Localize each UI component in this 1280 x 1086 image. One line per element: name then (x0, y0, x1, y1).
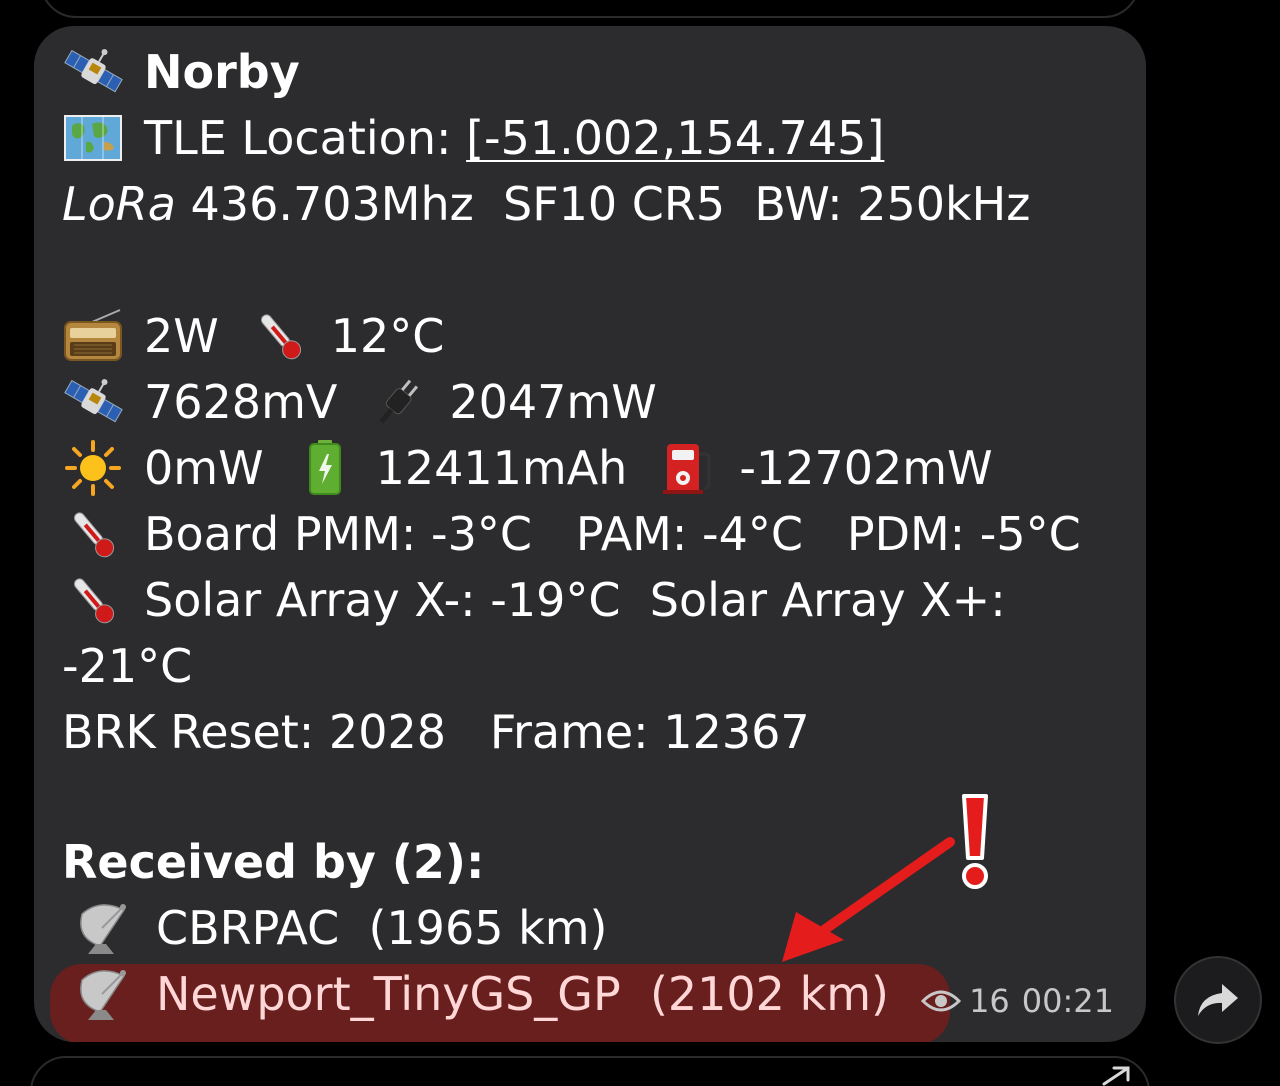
expand-arrow-icon (1102, 1066, 1130, 1086)
tle-location-line: TLE Location: [-51.002,154.745] (62, 108, 884, 168)
annotation-arrow (782, 837, 955, 962)
satellite-icon (62, 44, 124, 100)
satellite-icon (62, 374, 124, 430)
voltage-line: 7628mV 2047mW (62, 372, 657, 432)
battery-icon (294, 440, 356, 496)
solar-array-line: Solar Array X-: -19°C Solar Array X+: (62, 570, 1006, 630)
lora-line: LoRa 436.703Mhz SF10 CR5 BW: 250kHz (62, 174, 1030, 234)
satellite-name: Norby (144, 45, 300, 99)
station-line-1: CBRPAC (1965 km) (74, 898, 608, 958)
title-line: Norby (62, 42, 300, 102)
eye-icon (921, 990, 962, 1012)
received-by-line: Received by (2): (62, 832, 484, 892)
thermometer-icon (62, 572, 124, 628)
solar-power: 0mW (144, 441, 264, 495)
satellite-dish-icon (74, 966, 136, 1022)
view-count: 16 (969, 982, 1010, 1020)
previous-message-bubble (40, 0, 1140, 18)
solar-array-cont-line: -21°C (62, 636, 192, 696)
lora-label: LoRa (62, 177, 176, 231)
station-1: CBRPAC (1965 km) (156, 901, 608, 955)
temperature: 12°C (330, 309, 445, 363)
received-by-heading: Received by (2): (62, 835, 485, 889)
plug-power: 2047mW (449, 375, 657, 429)
thermometer-icon (62, 506, 124, 562)
solar-array-temp-cont: -21°C (62, 639, 193, 693)
energy-line: 0mW 12411mAh -12702mW (62, 438, 993, 498)
fuel-power: -12702mW (739, 441, 993, 495)
share-button[interactable] (1174, 956, 1262, 1044)
tle-location-label: TLE Location: (144, 111, 467, 165)
power-temp-line: 2W 12°C (62, 306, 444, 366)
solar-array-temps: Solar Array X-: -19°C Solar Array X+: (144, 573, 1006, 627)
satellite-dish-icon (74, 900, 136, 956)
message-time: 00:21 (1021, 982, 1114, 1020)
fuel-pump-icon (657, 440, 719, 496)
radio-icon (62, 308, 124, 364)
brk-frame: BRK Reset: 2028 Frame: 12367 (62, 705, 810, 759)
battery-capacity: 12411mAh (375, 441, 628, 495)
thermometer-icon (249, 308, 311, 364)
board-temps-line: Board PMM: -3°C PAM: -4°C PDM: -5°C (62, 504, 1081, 564)
message-meta: 16 00:21 (921, 982, 1114, 1020)
world-map-icon (62, 110, 124, 166)
voltage: 7628mV (144, 375, 338, 429)
tle-coordinates-link[interactable]: [-51.002,154.745] (466, 108, 884, 168)
brk-frame-line: BRK Reset: 2028 Frame: 12367 (62, 702, 810, 762)
lora-details: 436.703Mhz SF10 CR5 BW: 250kHz (175, 177, 1031, 231)
share-icon (1198, 984, 1238, 1016)
next-message-bubble (30, 1056, 1150, 1086)
electric-plug-icon (367, 374, 429, 430)
tx-power: 2W (144, 309, 219, 363)
board-temps: Board PMM: -3°C PAM: -4°C PDM: -5°C (144, 507, 1081, 561)
sun-icon (62, 440, 124, 496)
annotation-exclamation (962, 794, 988, 889)
